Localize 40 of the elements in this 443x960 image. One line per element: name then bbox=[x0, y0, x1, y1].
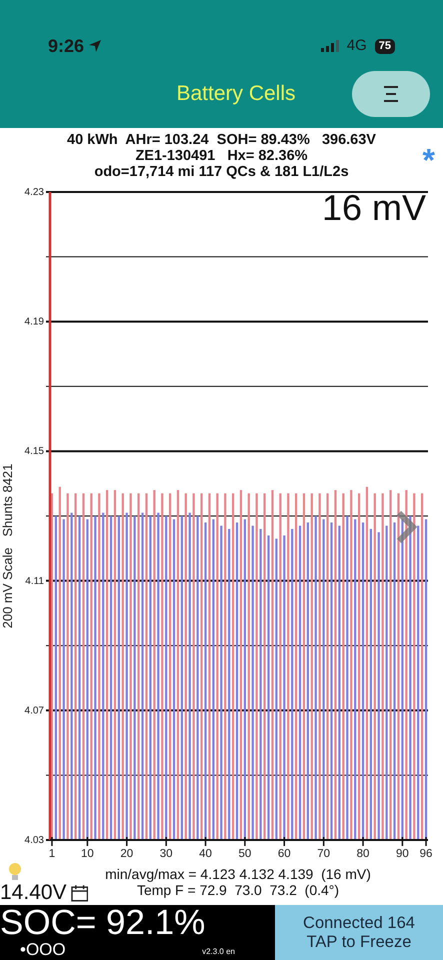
battery-level: 75 bbox=[374, 38, 395, 54]
summary-line: ZE1-130491 Hx= 82.36% bbox=[135, 148, 308, 164]
axis-tick-label: 1 bbox=[48, 848, 56, 860]
axis-tick-label: 90 bbox=[396, 848, 409, 860]
freeze-button[interactable]: Connected 164 TAP to Freeze bbox=[275, 905, 443, 960]
page-dots: •OOO bbox=[20, 941, 66, 958]
axis-tick-label: 70 bbox=[317, 848, 330, 860]
temperature-stats: Temp F = 72.9 73.0 73.2 (0.4°) bbox=[136, 882, 340, 898]
axis-tick-label: 4.19 bbox=[24, 316, 44, 328]
axis-tick-label: 96 bbox=[420, 848, 432, 860]
summary-line: 40 kWh AHr= 103.24 SOH= 89.43% 396.63V bbox=[67, 132, 376, 148]
axis-tick-label: 60 bbox=[278, 848, 291, 860]
menu-button[interactable] bbox=[352, 71, 430, 117]
voltage-stats: min/avg/max = 4.123 4.132 4.139 (16 mV) bbox=[105, 866, 371, 882]
axis-tick-label: 4.03 bbox=[24, 835, 44, 846]
chevron-icon[interactable] bbox=[396, 510, 418, 544]
axis-tick-label: 4.23 bbox=[24, 187, 44, 198]
axis-tick-label: 40 bbox=[199, 848, 212, 860]
light-bulb-icon bbox=[8, 862, 22, 882]
axis-title: 200 mV Scale Shunts 8421 bbox=[0, 464, 15, 628]
signal-icon bbox=[320, 40, 339, 52]
axis-tick-label: 10 bbox=[81, 848, 94, 860]
voltage-reading: 14.40V bbox=[0, 882, 67, 904]
axis-tick-label: 20 bbox=[120, 848, 134, 860]
menu-icon bbox=[383, 85, 399, 103]
axis-tick-label: 80 bbox=[356, 848, 370, 860]
calendar-icon bbox=[70, 884, 88, 902]
soc-reading: SOC= 92.1% bbox=[0, 905, 206, 941]
axis-tick-label: 4.11 bbox=[25, 576, 44, 587]
axis-tick-label: 4.15 bbox=[24, 446, 44, 458]
page-title: Battery Cells bbox=[176, 82, 296, 106]
location-arrow-icon bbox=[88, 39, 102, 53]
clock-time: 9:26 bbox=[48, 34, 84, 58]
summary-line: odo=17,714 mi 117 QCs & 181 L1/L2s bbox=[94, 164, 349, 180]
axis-tick-label: 4.07 bbox=[24, 705, 44, 716]
spread-label: 16 mV bbox=[322, 187, 426, 228]
axis-tick-label: 50 bbox=[238, 848, 252, 860]
axis-tick-label: 30 bbox=[160, 848, 173, 860]
network-label: 4G bbox=[346, 36, 367, 56]
version-label: v2.3.0 en bbox=[202, 946, 235, 958]
